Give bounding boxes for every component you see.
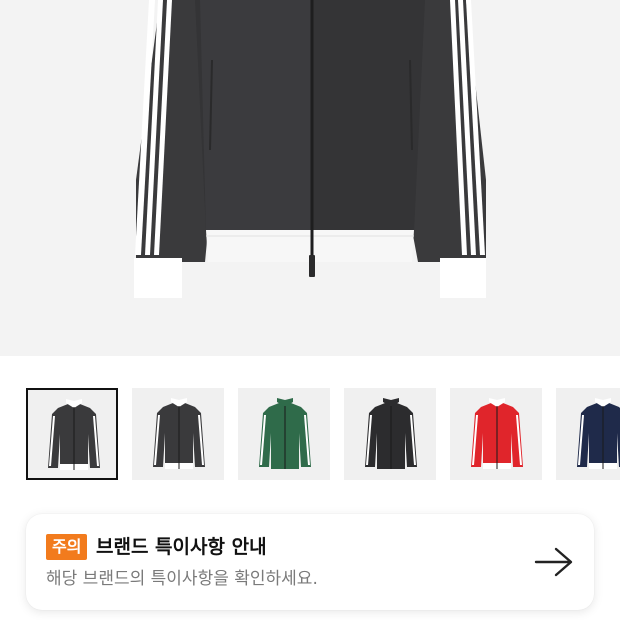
thumbnail-red[interactable]	[450, 388, 542, 480]
product-image	[0, 0, 620, 356]
jacket-thumbnail-icon	[365, 398, 417, 469]
thumbnail-navy[interactable]	[556, 388, 620, 480]
thumbnail-green[interactable]	[238, 388, 330, 480]
notice-description: 해당 브랜드의 특이사항을 확인하세요.	[46, 569, 318, 589]
thumbnail-strip	[26, 388, 620, 481]
arrow-right-icon[interactable]	[534, 546, 574, 578]
warning-badge: 주의	[46, 534, 88, 560]
jacket-thumbnail-icon	[153, 398, 205, 469]
jacket-thumbnail-icon	[259, 398, 311, 469]
jacket-thumbnail-icon	[48, 399, 100, 470]
jacket-thumbnail-icon	[577, 398, 620, 469]
track-jacket-image	[134, 0, 486, 298]
jacket-thumbnail-icon	[471, 398, 523, 469]
thumbnail-black-white-trim-alt[interactable]	[132, 388, 224, 480]
notice-title: 브랜드 특이사항 안내	[96, 536, 267, 558]
thumbnail-black-all[interactable]	[344, 388, 436, 480]
brand-notice-card[interactable]: 주의 브랜드 특이사항 안내 해당 브랜드의 특이사항을 확인하세요.	[26, 514, 594, 610]
thumbnail-black-white-trim[interactable]	[26, 388, 118, 480]
